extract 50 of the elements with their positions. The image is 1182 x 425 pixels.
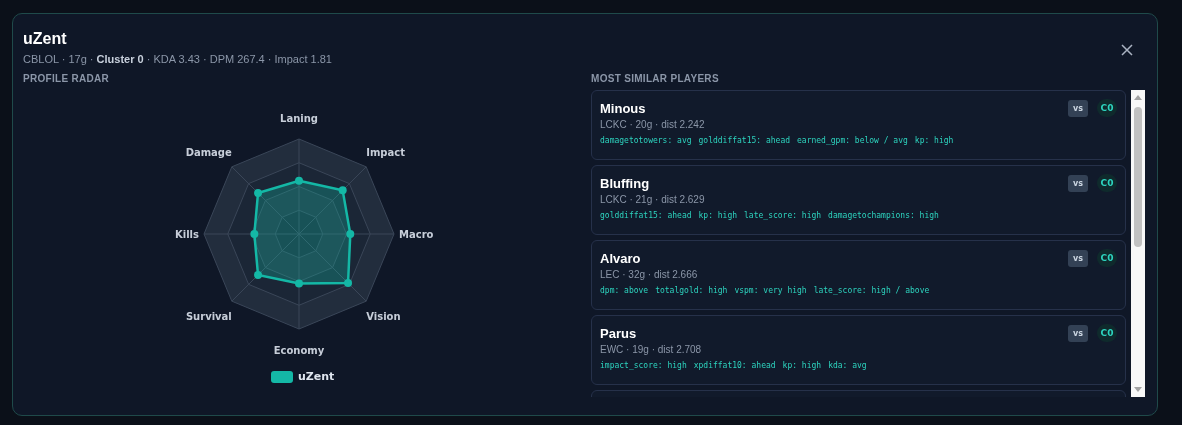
player-meta: EWC · 19g · dist 2.708 [600,344,703,355]
player-name: Minous [600,100,646,116]
axis-label: Macro [399,229,434,240]
axis-label: Economy [273,345,325,356]
player-card[interactable]: Minous vs C0 LCKC · 20g · dist 2.242 damagetotowers: avg golddiffat15: ahead earned_gpm: below / avg kp: high [591,90,1126,160]
scrollbar[interactable] [1131,90,1145,397]
compare-button[interactable]: vs [1068,174,1088,192]
stat-tag: impact_score: high [600,361,687,370]
cluster-badge: C0 [1097,249,1117,267]
stat-tag: damagetotowers: avg [600,136,692,145]
cluster-badge: C0 [1097,174,1117,192]
stat-tag: kp: high [782,361,822,370]
player-summary: CBLOL · 17g · Cluster 0 · KDA 3.43 · DPM 267.4 · Impact 1.81 [23,53,332,65]
axis-label: Vision [366,311,401,322]
stat-tag: late_score: high [744,211,822,220]
player-card[interactable]: Alvaro vs C0 LEC · 32g · dist 2.666 dpm: above totalgold: high vspm: very high late_score: high / above [591,240,1126,310]
axis-label: Impact [366,147,405,158]
stat-tag: dpm: above [600,286,649,295]
axis-label: Survival [185,311,232,322]
player-meta: LCKC · 21g · dist 2.629 [600,194,706,205]
cluster-badge: C0 [1097,324,1117,342]
legend-label: uZent [298,370,335,383]
compare-button[interactable]: vs [1068,324,1088,342]
section-heading: MOST SIMILAR PLAYERS [591,73,720,84]
axis-label: Laning [280,113,318,124]
player-meta: LCKC · 20g · dist 2.242 [600,119,706,130]
player-name: Bluffing [600,175,650,191]
stat-tag: golddiffat15: ahead [698,136,791,145]
player-meta: LEC · 32g · dist 2.666 [600,269,699,280]
compare-button[interactable]: vs [1068,99,1088,117]
stat-tag: golddiffat15: ahead [600,211,692,220]
stat-tag: kp: high [698,211,738,220]
player-name: Parus [600,325,637,341]
stat-tag: late_score: high / above [813,286,930,295]
stat-tag: kp: high [914,136,954,145]
compare-button[interactable]: vs [1068,249,1088,267]
stat-tag: vspm: very high [734,286,807,295]
player-name: uZent [23,30,68,48]
axis-label: Damage [185,147,232,158]
stat-tag: totalgold: high [655,286,728,295]
stat-tag: damagetochampions: high [828,211,939,220]
player-name: Alvaro [600,250,641,266]
stat-tag: xpdiffat10: ahead [693,361,776,370]
stat-tag: earned_gpm: below / avg [797,136,908,145]
cluster-badge: C0 [1097,99,1117,117]
stat-tag: kda: avg [828,361,867,370]
axis-label: Kills [175,229,199,240]
player-card[interactable]: Bluffing vs C0 LCKC · 21g · dist 2.629 golddiffat15: ahead kp: high late_score: high damagetochampions: high [591,165,1126,235]
player-card[interactable]: Parus vs C0 EWC · 19g · dist 2.708 impact_score: high xpdiffat10: ahead kp: high kda: avg [591,315,1126,385]
section-heading: PROFILE RADAR [23,73,111,84]
